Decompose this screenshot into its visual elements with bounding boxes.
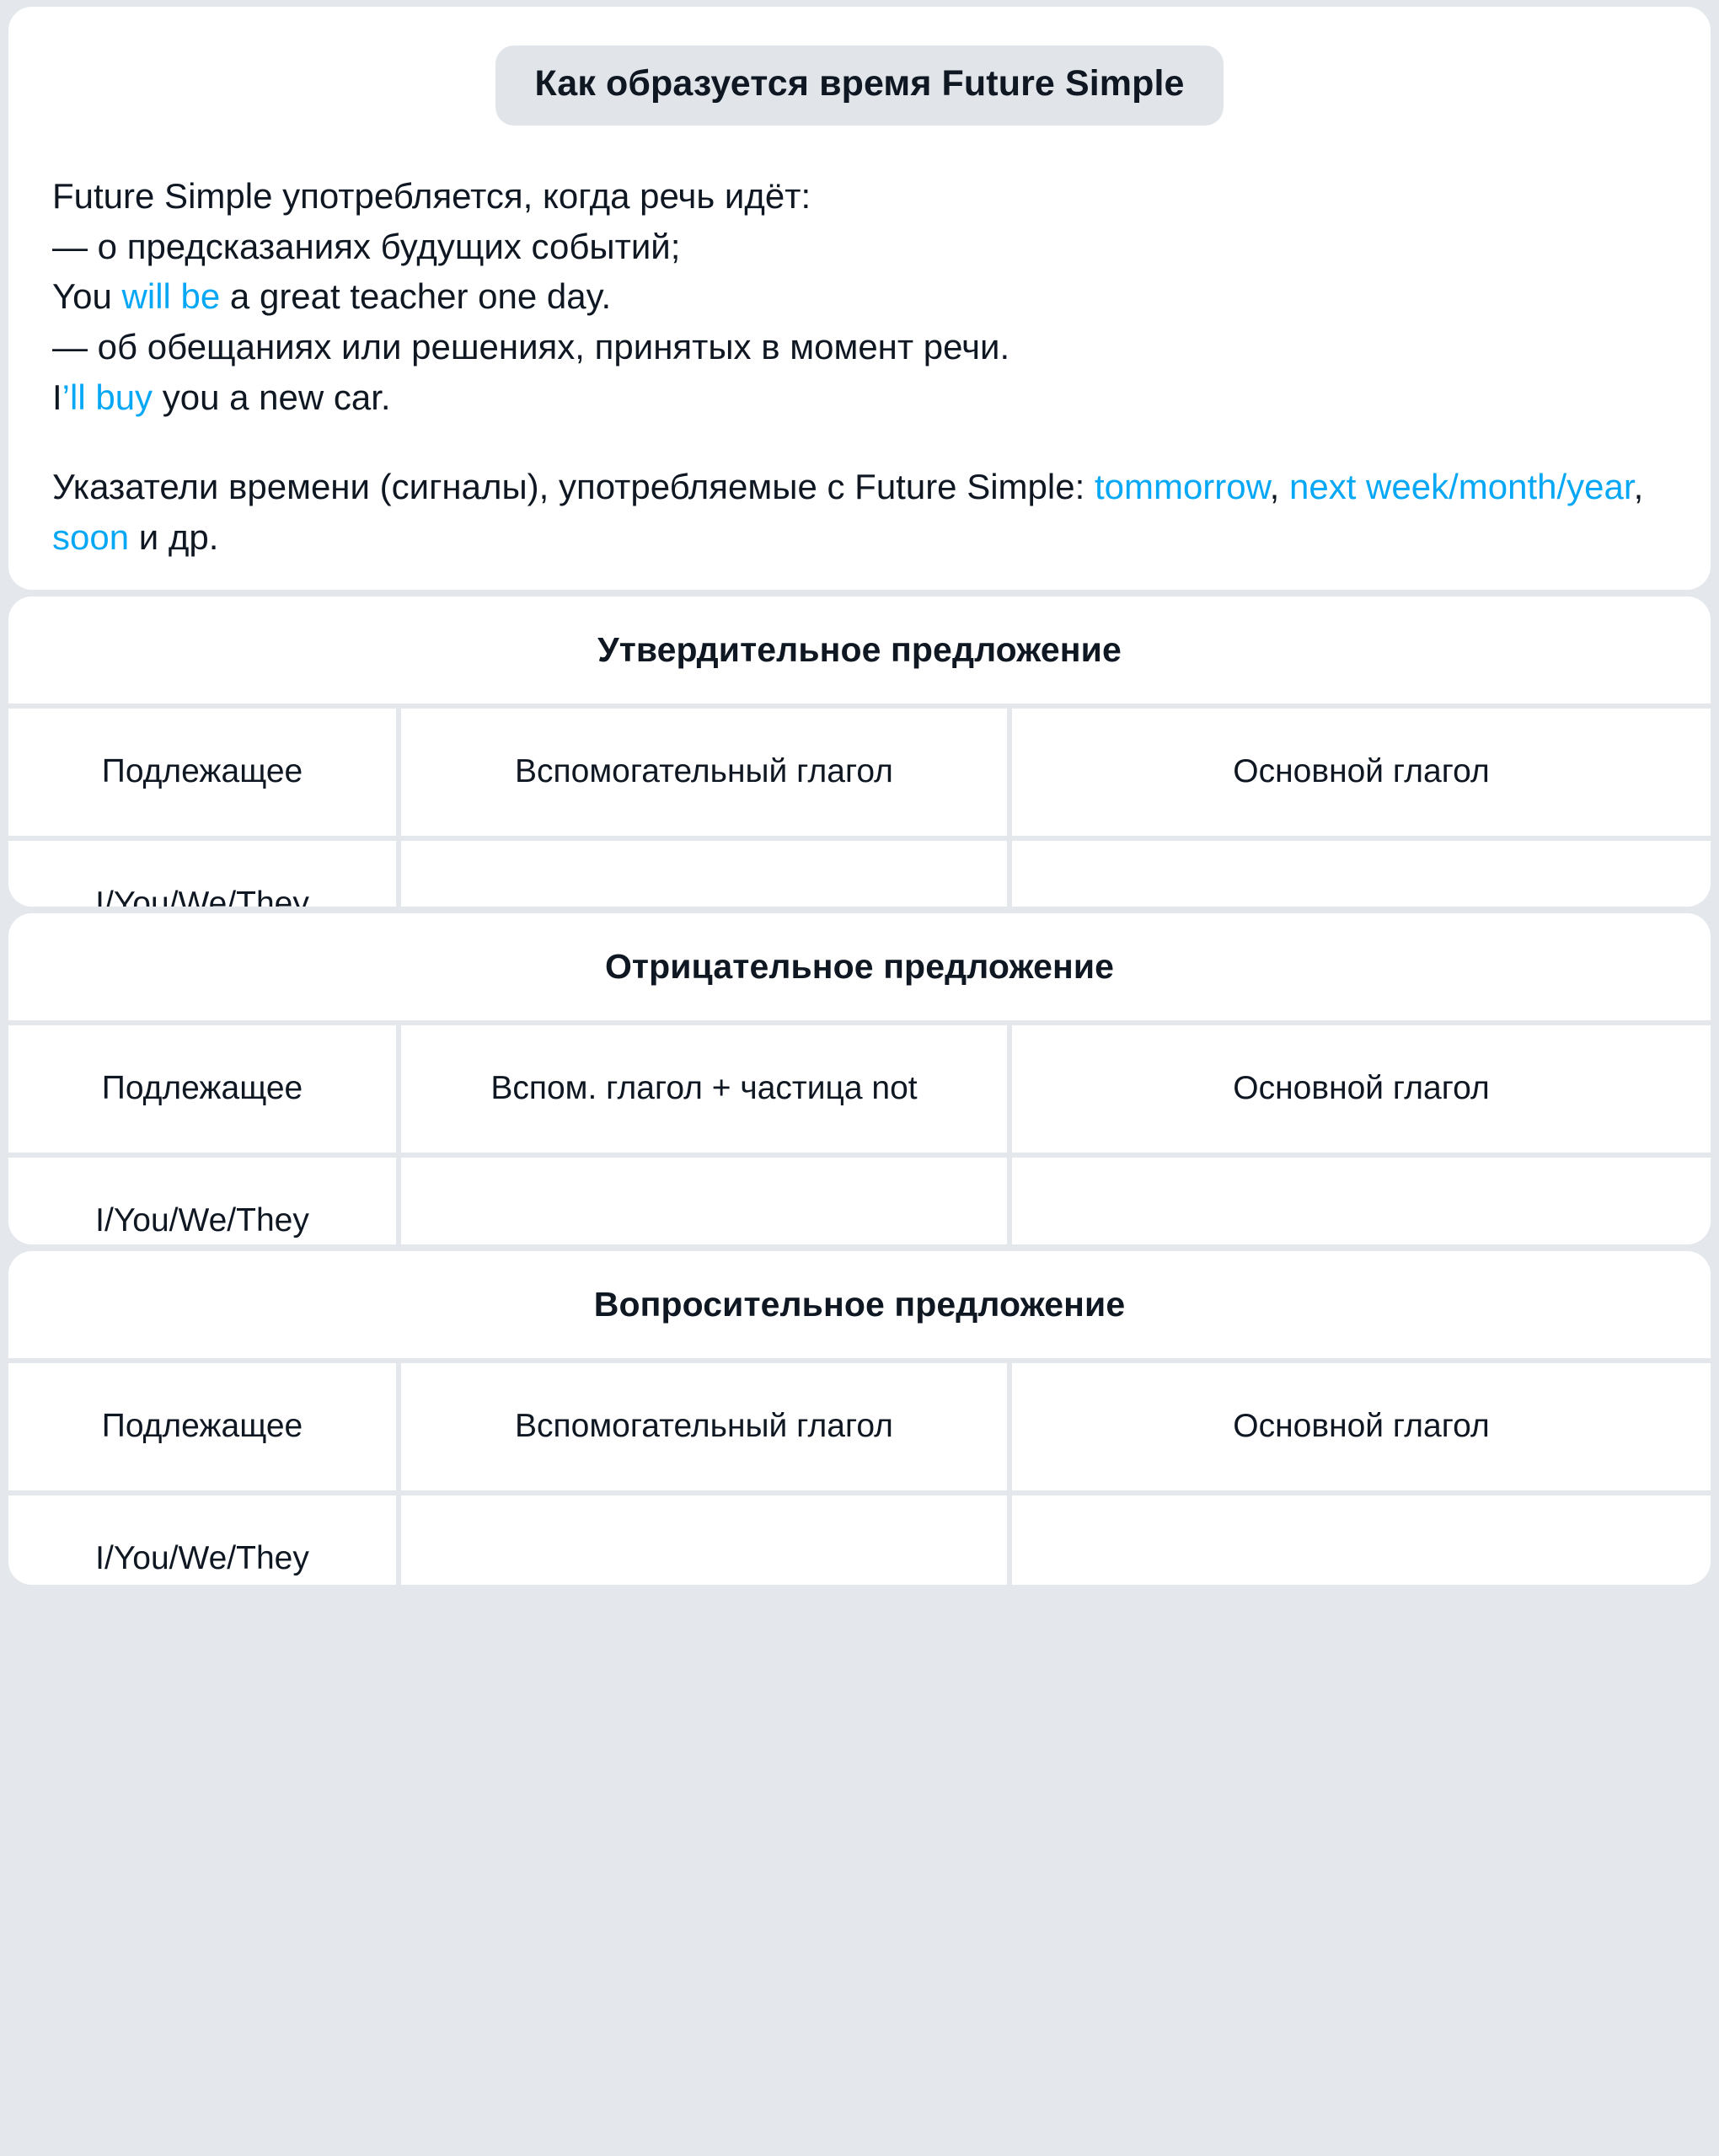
marker-next-week: next week xyxy=(1288,467,1449,507)
intro-bullet-1: — о предсказаниях будущих событий; xyxy=(52,226,681,266)
column-header-subject: Подлежащее xyxy=(8,1025,396,1153)
example-1-before: You xyxy=(52,276,122,317)
intro-card: Как образуется время Future Simple Futur… xyxy=(8,7,1711,590)
section-title-affirmative: Утвердительное предложение xyxy=(8,597,1711,704)
table-affirmative: Подлежащее Вспомогательный глагол Основн… xyxy=(8,709,1711,836)
marker-tommorrow: tommorrow xyxy=(1094,467,1270,507)
subject-column: I/You/We/They He/She/It xyxy=(8,841,396,907)
marker-slash-1: / xyxy=(1449,467,1459,507)
auxiliary-value: will not = won’t xyxy=(401,1158,1007,1244)
example-2-before: I xyxy=(52,377,62,417)
marker-month: month xyxy=(1458,467,1557,507)
example-1-accent: will be xyxy=(121,276,221,317)
infographic-page: Как образуется время Future Simple Futur… xyxy=(0,0,1719,2156)
time-markers-lead: Указатели времени (сигналы), употребляем… xyxy=(52,467,1095,507)
main-verb-value: основная форма глагола без частицы to xyxy=(1012,841,1711,907)
time-markers: Указатели времени (сигналы), употребляем… xyxy=(52,462,1667,562)
column-header-auxiliary: Вспомогательный глагол xyxy=(401,709,1007,836)
marker-soon: soon xyxy=(52,516,130,557)
table-row: I/You/We/They xyxy=(8,841,396,907)
page-title-wrap: Как образуется время Future Simple xyxy=(8,7,1711,171)
table-interrogative-body: I/You/We/They He/She/It Will/Shall основ… xyxy=(8,1495,1711,1585)
table-card-interrogative: Вопросительное предложение Подлежащее Вс… xyxy=(8,1251,1711,1585)
marker-slash-2: / xyxy=(1556,467,1567,507)
intro-example-2: I’ll buy you a new car. xyxy=(52,372,1667,423)
main-verb-value: основная форма глагола без частицы to xyxy=(1012,1158,1711,1244)
time-markers-tail: и др. xyxy=(129,516,219,557)
subject-column: I/You/We/They He/She/It xyxy=(8,1495,396,1585)
subject-column: I/You/We/They He/She/It xyxy=(8,1158,396,1244)
column-header-main-verb: Основной глагол xyxy=(1012,1025,1711,1153)
table-negative: Подлежащее Вспом. глагол + частица not О… xyxy=(8,1025,1711,1153)
marker-sep-2: , xyxy=(1633,467,1644,507)
intro-lead: Future Simple употребляется, когда речь … xyxy=(52,176,811,216)
table-card-affirmative: Утвердительное предложение Подлежащее Вс… xyxy=(8,597,1711,907)
intro-example-1: You will be a great teacher one day. xyxy=(52,271,1667,322)
table-affirmative-body: I/You/We/They He/She/It will = ‘ll основ… xyxy=(8,841,1711,907)
table-row: I/You/We/They xyxy=(8,1495,396,1585)
table-interrogative: Подлежащее Вспомогательный глагол Основн… xyxy=(8,1363,1711,1490)
column-header-subject: Подлежащее xyxy=(8,709,396,836)
intro-text: Future Simple употребляется, когда речь … xyxy=(8,171,1711,562)
marker-sep-1: , xyxy=(1269,467,1289,507)
table-card-negative: Отрицательное предложение Подлежащее Всп… xyxy=(8,913,1711,1244)
table-row: I/You/We/They xyxy=(8,1158,396,1244)
column-header-main-verb: Основной глагол xyxy=(1012,1363,1711,1490)
column-header-auxiliary: Вспом. глагол + частица not xyxy=(401,1025,1007,1153)
page-title: Как образуется время Future Simple xyxy=(495,45,1224,126)
section-title-interrogative: Вопросительное предложение xyxy=(8,1251,1711,1358)
example-1-after: a great teacher one day. xyxy=(220,276,612,317)
example-2-accent: ’ll buy xyxy=(62,377,153,417)
intro-bullet-2: — об обещаниях или решениях, принятых в … xyxy=(52,326,1010,366)
column-header-subject: Подлежащее xyxy=(8,1363,396,1490)
column-header-auxiliary: Вспомогательный глагол xyxy=(401,1363,1007,1490)
example-2-after: you a new car. xyxy=(153,377,391,417)
table-negative-body: I/You/We/They He/She/It will not = won’t… xyxy=(8,1158,1711,1244)
main-verb-value: основная форма глагола без частицы to xyxy=(1012,1495,1711,1585)
section-title-negative: Отрицательное предложение xyxy=(8,913,1711,1020)
auxiliary-value: Will/Shall xyxy=(401,1495,1007,1585)
column-header-main-verb: Основной глагол xyxy=(1012,709,1711,836)
auxiliary-value: will = ‘ll xyxy=(401,841,1007,907)
marker-year: year xyxy=(1566,467,1634,507)
